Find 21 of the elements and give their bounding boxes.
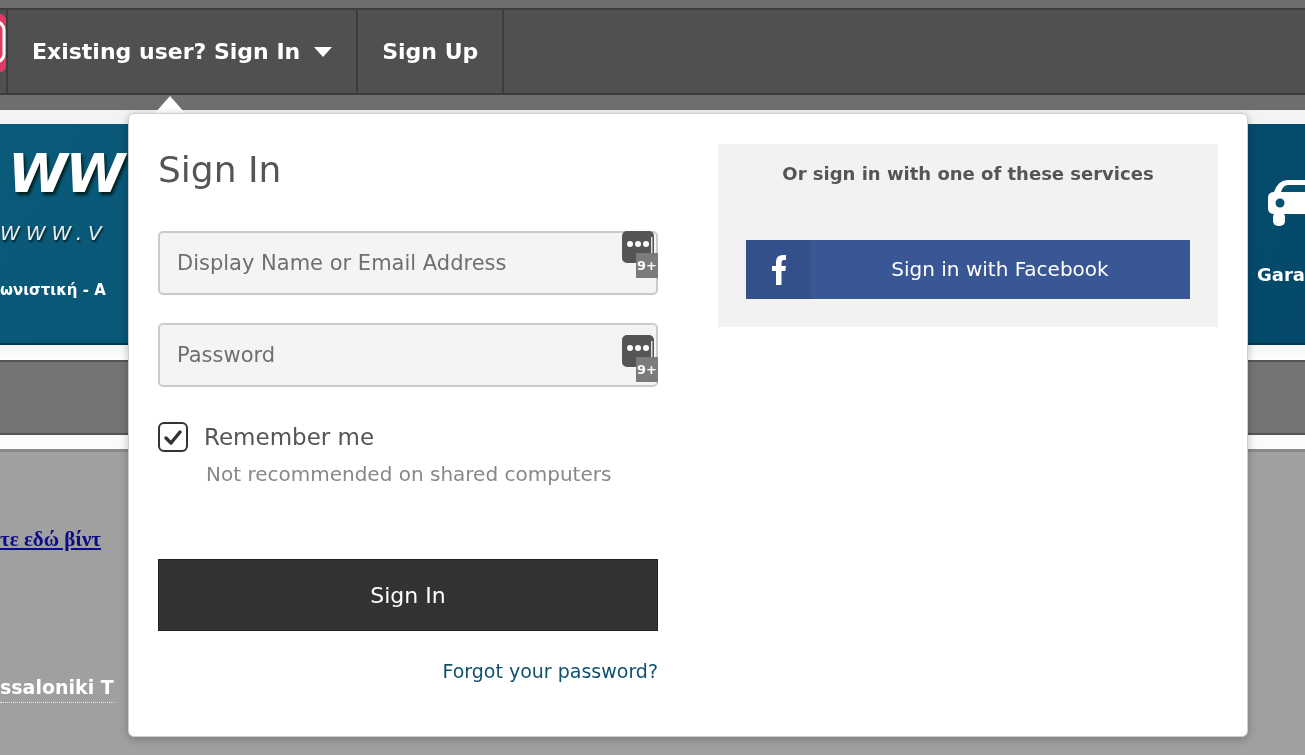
count-badge: 9+ bbox=[636, 253, 658, 279]
logo-tagline: ωνιστική - Α bbox=[0, 281, 107, 300]
logo-text: WW bbox=[0, 144, 128, 204]
video-link[interactable]: τε εδώ βίντ bbox=[0, 527, 101, 551]
social-icon bbox=[0, 14, 6, 72]
forgot-password-link[interactable]: Forgot your password? bbox=[442, 657, 658, 686]
checkbox-label: Remember me bbox=[204, 423, 375, 453]
menu-label: Gara bbox=[1256, 264, 1305, 286]
check-icon bbox=[164, 428, 182, 446]
hint-text: Not recommended on shared computers bbox=[206, 462, 613, 487]
logo-url: WWW.V bbox=[0, 221, 109, 246]
sign-in-button[interactable]: Sign In bbox=[158, 559, 658, 632]
facebook-sign-in-button[interactable]: Sign in with Facebook bbox=[746, 239, 1190, 299]
facebook-icon bbox=[746, 239, 810, 299]
caret-icon bbox=[314, 46, 333, 57]
count-badge: 9+ bbox=[636, 357, 658, 383]
services-heading: Or sign in with one of these services bbox=[781, 163, 1155, 185]
popup-title: Sign In bbox=[158, 148, 283, 192]
nav-link[interactable]: Existing user? Sign In bbox=[8, 10, 359, 93]
checkbox[interactable] bbox=[158, 422, 188, 453]
nav-link[interactable]: Sign Up bbox=[358, 10, 505, 93]
